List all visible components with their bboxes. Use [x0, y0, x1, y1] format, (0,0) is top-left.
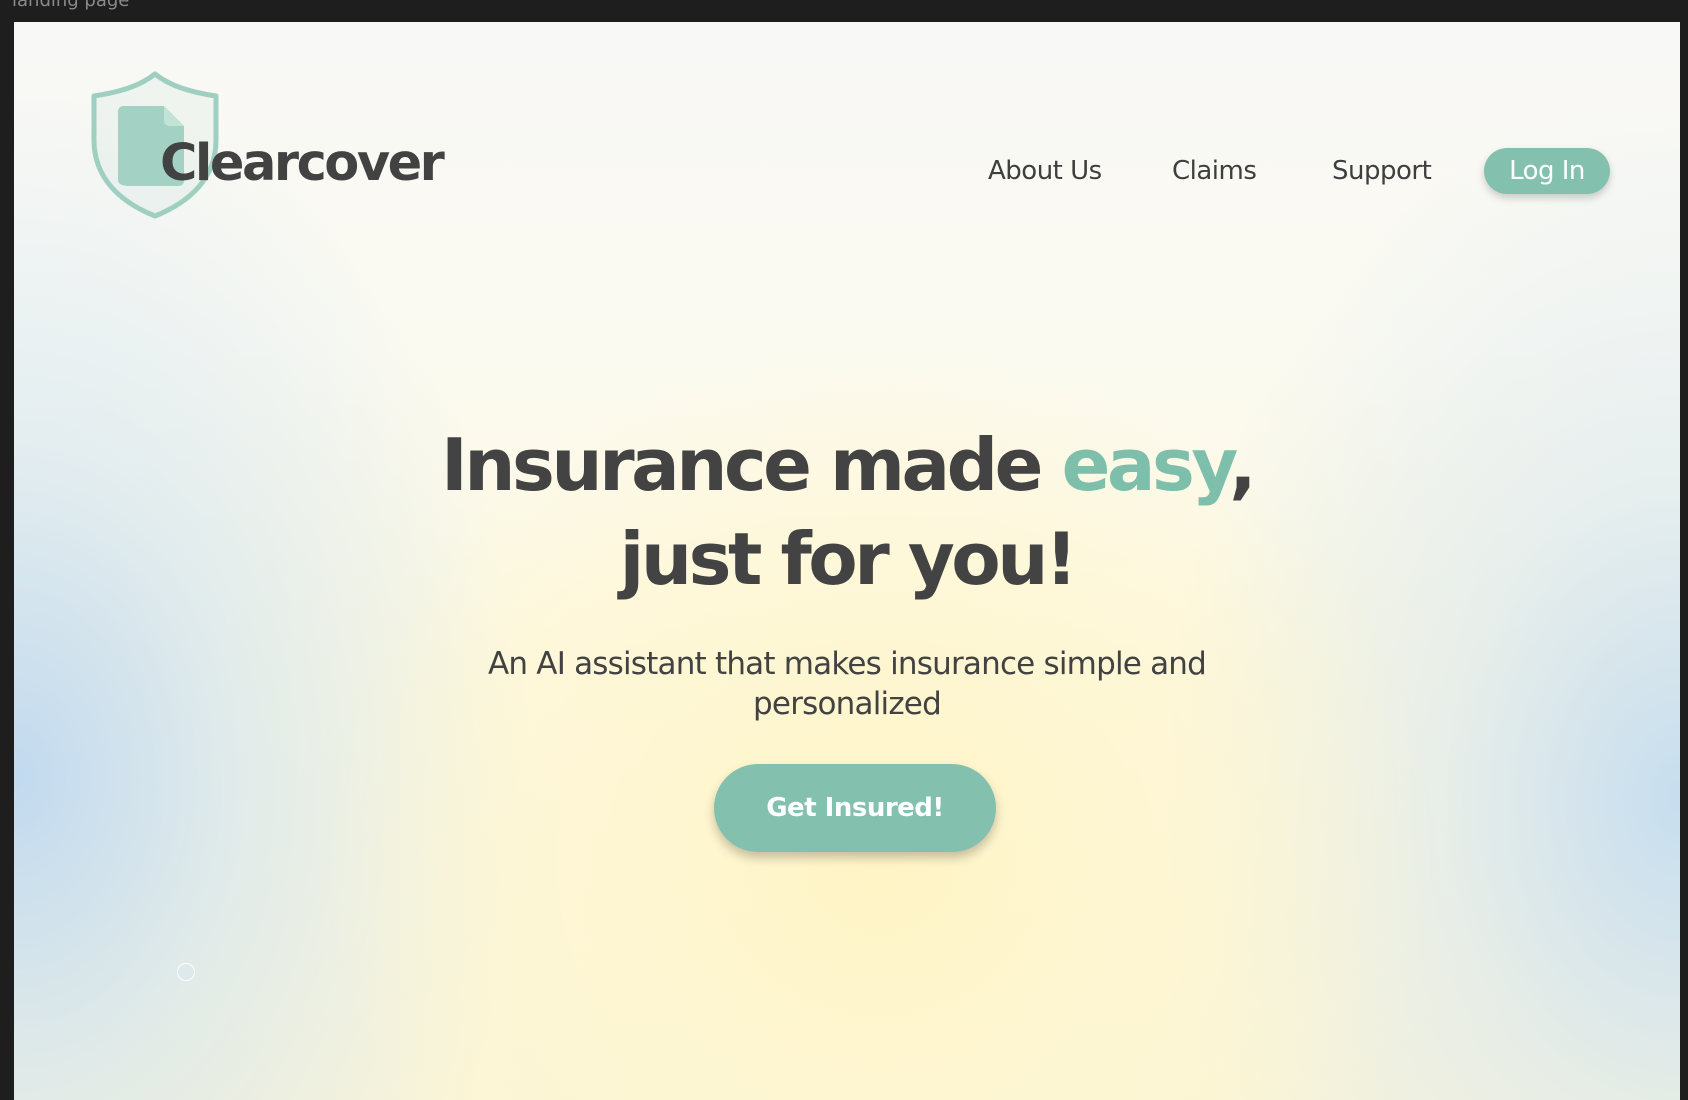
- hero-section: Insurance made easy, just for you! An AI…: [14, 418, 1680, 724]
- nav-link-support[interactable]: Support: [1332, 148, 1432, 194]
- hero-subheadline: An AI assistant that makes insurance sim…: [487, 646, 1207, 722]
- headline-line-2: just for you!: [619, 517, 1078, 601]
- nav-link-about-us[interactable]: About Us: [988, 148, 1102, 194]
- headline-accent-word: easy: [1061, 423, 1233, 507]
- login-button[interactable]: Log In: [1484, 148, 1610, 194]
- headline-comma: ,: [1229, 423, 1256, 507]
- hero-headline: Insurance made easy, just for you!: [14, 418, 1680, 606]
- headline-text: Insurance made: [440, 423, 1062, 507]
- main-nav: About Us Claims Support Log In: [14, 148, 1680, 194]
- landing-page: Clearcover About Us Claims Support Log I…: [14, 22, 1680, 1100]
- window-title: landing page: [12, 0, 130, 11]
- nav-link-claims[interactable]: Claims: [1172, 148, 1257, 194]
- get-insured-button[interactable]: Get Insured!: [714, 764, 996, 852]
- cursor-dot: [177, 963, 195, 981]
